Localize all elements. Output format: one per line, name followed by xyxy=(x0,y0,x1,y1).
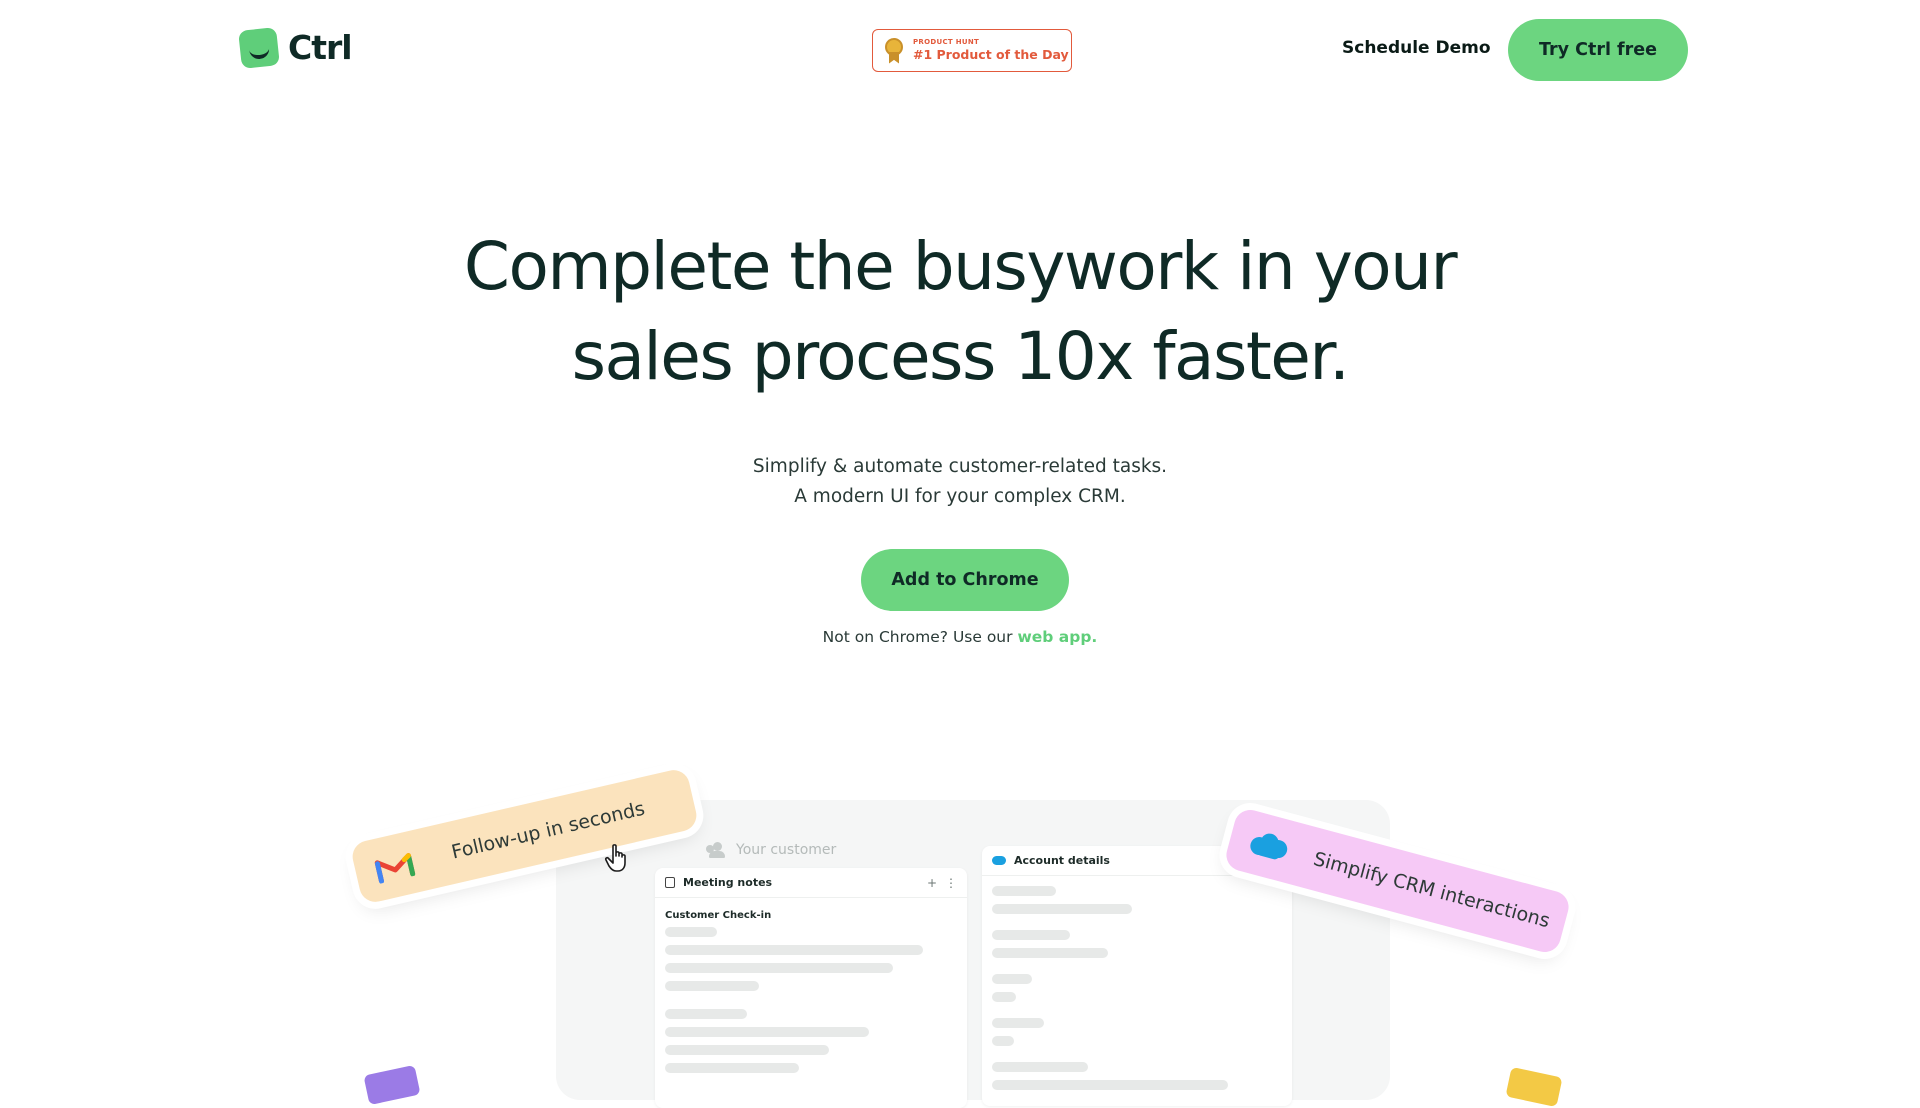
site-header: Ctrl PRODUCT HUNT #1 Product of the Day … xyxy=(0,0,1920,100)
product-hunt-badge[interactable]: PRODUCT HUNT #1 Product of the Day xyxy=(872,29,1072,72)
more-options-icon[interactable]: ⋮ xyxy=(945,876,957,890)
skeleton-line xyxy=(992,1018,1044,1028)
hand-cursor-icon xyxy=(604,844,626,872)
people-icon xyxy=(706,842,728,858)
ctrl-logo-icon xyxy=(238,26,280,69)
alt-note-text: Not on Chrome? Use our xyxy=(822,628,1018,646)
add-note-icon[interactable]: + xyxy=(927,876,937,890)
hero-title: Complete the busywork in your sales proc… xyxy=(360,222,1560,402)
skeleton-line xyxy=(992,948,1108,958)
hero-subtitle: Simplify & automate customer-related tas… xyxy=(560,452,1360,512)
skeleton-line xyxy=(992,974,1032,984)
meeting-notes-header: Meeting notes + ⋮ xyxy=(655,868,967,898)
decorative-yellow-tag xyxy=(1505,1066,1563,1108)
skeleton-line xyxy=(992,904,1132,914)
skeleton-line xyxy=(665,927,717,937)
account-details-title: Account details xyxy=(1014,854,1110,867)
meeting-notes-title: Meeting notes xyxy=(683,876,773,889)
document-icon xyxy=(665,877,675,888)
skeleton-line xyxy=(665,945,923,955)
skeleton-line xyxy=(665,981,759,991)
logo[interactable]: Ctrl xyxy=(238,26,353,69)
customer-check-in-heading: Customer Check-in xyxy=(665,910,772,921)
web-app-link[interactable]: web app. xyxy=(1017,628,1097,646)
skeleton-line xyxy=(665,1045,829,1055)
hero-title-line-1: Complete the busywork in your xyxy=(463,228,1458,305)
decorative-purple-tag xyxy=(363,1064,421,1106)
add-to-chrome-button[interactable]: Add to Chrome xyxy=(861,549,1069,611)
salesforce-cloud-icon xyxy=(1250,833,1288,860)
your-customer-text: Your customer xyxy=(736,842,837,858)
your-customer-label: Your customer xyxy=(706,842,836,858)
logo-text: Ctrl xyxy=(288,28,353,67)
salesforce-mini-icon xyxy=(992,856,1006,865)
meeting-notes-card[interactable]: Meeting notes + ⋮ Customer Check-in xyxy=(655,868,967,1108)
skeleton-line xyxy=(992,992,1016,1002)
skeleton-line xyxy=(665,1027,869,1037)
skeleton-line xyxy=(992,1062,1088,1072)
skeleton-line xyxy=(992,1036,1014,1046)
medal-icon xyxy=(885,37,903,64)
skeleton-line xyxy=(992,930,1070,940)
hero-subtitle-line-1: Simplify & automate customer-related tas… xyxy=(752,456,1168,477)
schedule-demo-link[interactable]: Schedule Demo xyxy=(1342,38,1491,58)
alt-web-app-note: Not on Chrome? Use our web app. xyxy=(660,628,1260,646)
hero-subtitle-line-2: A modern UI for your complex CRM. xyxy=(794,486,1126,507)
badge-texts: PRODUCT HUNT #1 Product of the Day xyxy=(913,39,1069,62)
account-details-card[interactable]: Account details xyxy=(982,846,1292,1106)
skeleton-line xyxy=(665,1009,747,1019)
skeleton-line xyxy=(665,1063,799,1073)
badge-small-label: PRODUCT HUNT xyxy=(913,38,980,47)
try-free-button[interactable]: Try Ctrl free xyxy=(1508,19,1688,81)
badge-big-label: #1 Product of the Day xyxy=(913,47,1069,63)
gmail-icon xyxy=(374,853,416,884)
hero-title-line-2: sales process 10x faster. xyxy=(571,318,1350,395)
skeleton-line xyxy=(992,1080,1228,1090)
skeleton-line xyxy=(665,963,893,973)
skeleton-line xyxy=(992,886,1056,896)
